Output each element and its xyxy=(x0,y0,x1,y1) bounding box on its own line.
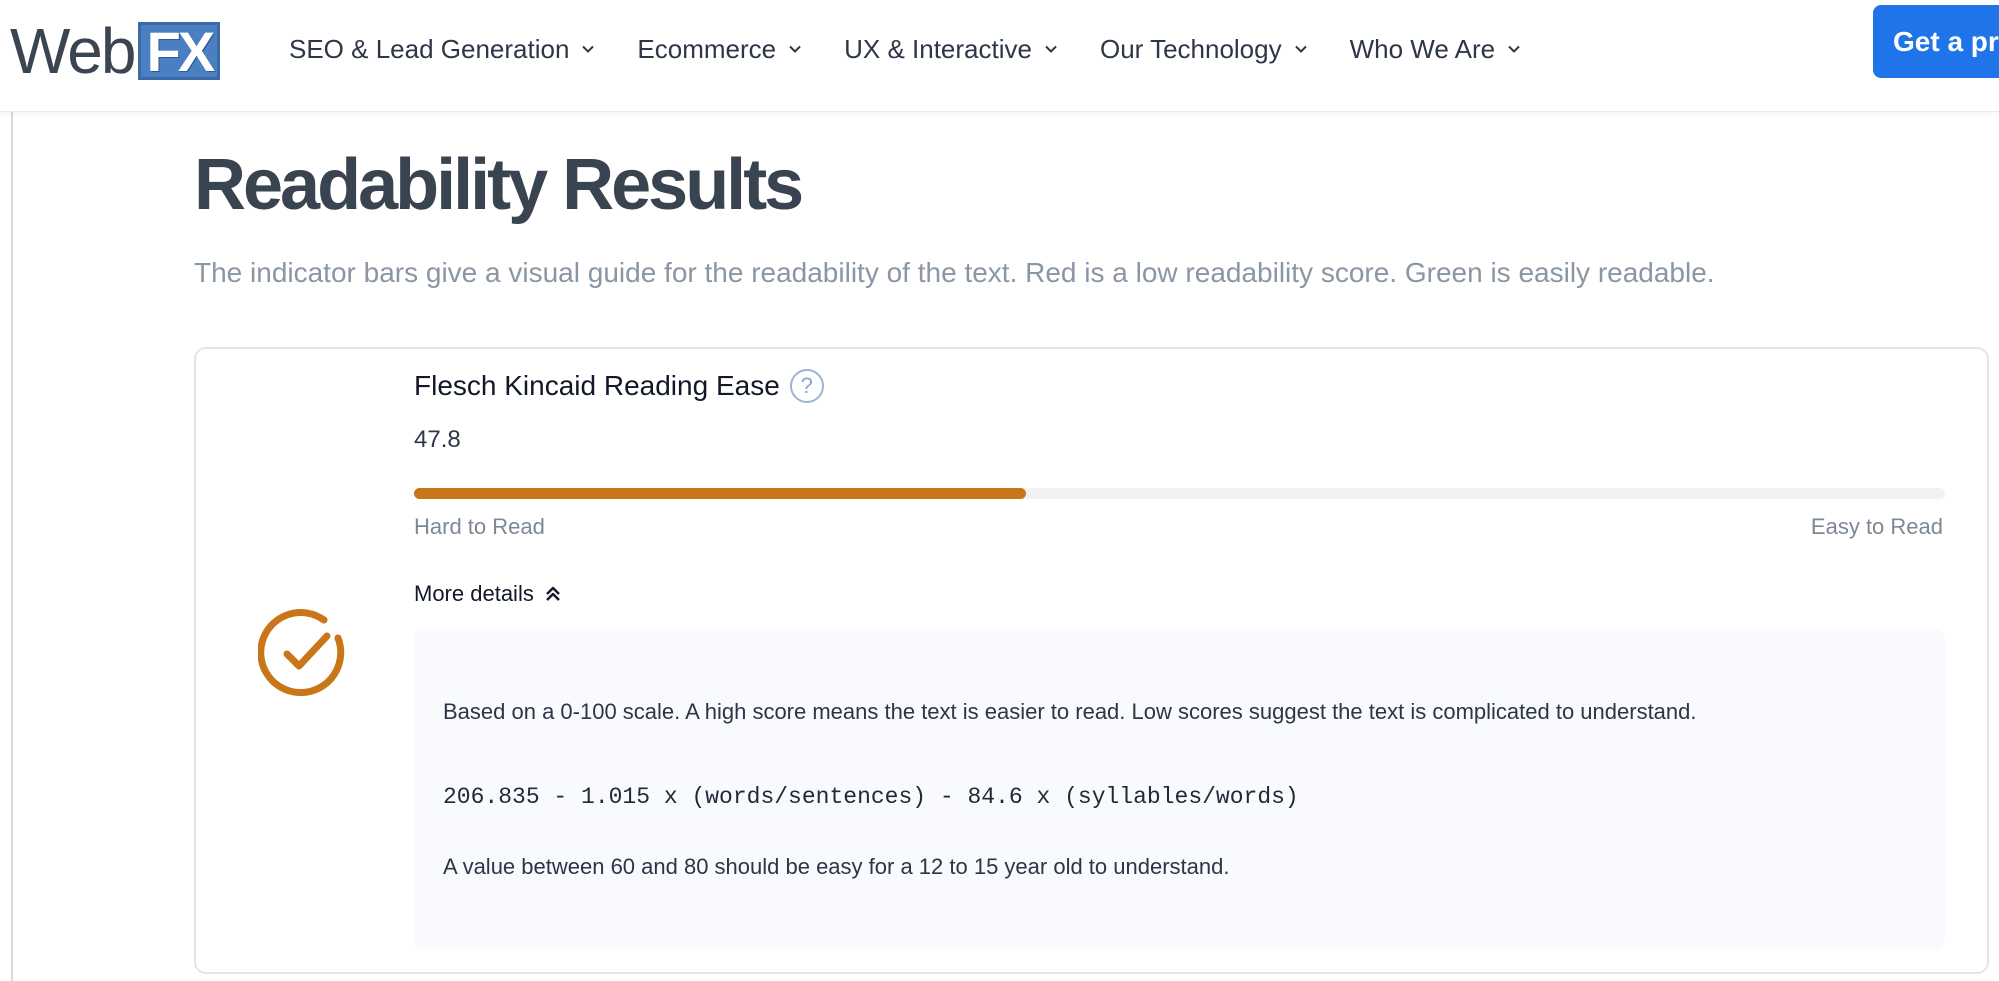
scale-low-label: Hard to Read xyxy=(414,514,545,539)
chevron-down-icon xyxy=(582,45,595,53)
metric-header: Flesch Kincaid Reading Ease ? xyxy=(414,369,824,403)
nav-label: Who We Are xyxy=(1349,33,1496,64)
check-circle-icon xyxy=(258,609,345,697)
nav-item-who-we-are[interactable]: Who We Are xyxy=(1350,34,1521,65)
details-note: A value between 60 and 80 should be easy… xyxy=(443,854,1230,879)
details-description: Based on a 0-100 scale. A high score mea… xyxy=(443,699,1697,724)
metric-score: 47.8 xyxy=(414,426,461,453)
chevron-down-icon xyxy=(1508,45,1520,53)
page-title: Readability Results xyxy=(194,145,804,225)
metric-name: Flesch Kincaid Reading Ease xyxy=(414,370,780,401)
readability-bar-fill xyxy=(414,488,1027,499)
scale-high-label: Easy to Read xyxy=(1810,514,1943,539)
chevron-down-icon xyxy=(789,45,801,53)
details-panel: Based on a 0-100 scale. A high score mea… xyxy=(414,629,1945,949)
nav-item-ecommerce[interactable]: Ecommerce xyxy=(637,34,802,65)
chevron-down-icon xyxy=(1045,45,1057,53)
page-subtitle: The indicator bars give a visual guide f… xyxy=(194,257,1715,288)
toggle-label: More details xyxy=(414,581,534,606)
main-nav: SEO & Lead Generation Ecommerce UX & Int… xyxy=(289,0,1563,98)
metric-card: Flesch Kincaid Reading Ease ? 47.8 Hard … xyxy=(194,347,1989,974)
nav-item-technology[interactable]: Our Technology xyxy=(1100,34,1308,65)
nav-label: Our Technology xyxy=(1099,33,1282,64)
webfx-logo[interactable]: Web FX xyxy=(10,15,221,87)
help-icon[interactable]: ? xyxy=(789,369,824,403)
get-proposal-button[interactable]: Get a pr xyxy=(1873,5,1999,78)
chevron-down-icon xyxy=(1294,45,1307,53)
nav-label: SEO & Lead Generation xyxy=(289,33,570,64)
nav-item-ux[interactable]: UX & Interactive xyxy=(844,34,1058,65)
readability-bar xyxy=(414,488,1945,499)
nav-label: UX & Interactive xyxy=(844,33,1032,64)
more-details-toggle[interactable]: More details xyxy=(414,581,562,607)
logo-badge: FX xyxy=(138,20,221,83)
nav-item-seo[interactable]: SEO & Lead Generation xyxy=(289,34,595,65)
details-formula: 206.835 - 1.015 x (words/sentences) - 84… xyxy=(443,784,1299,810)
left-divider xyxy=(11,112,13,981)
logo-wordmark: Web xyxy=(10,15,136,87)
double-chevron-up-icon xyxy=(545,586,560,601)
site-header: Web FX SEO & Lead Generation Ecommerce U… xyxy=(0,0,1999,112)
nav-label: Ecommerce xyxy=(637,33,777,64)
